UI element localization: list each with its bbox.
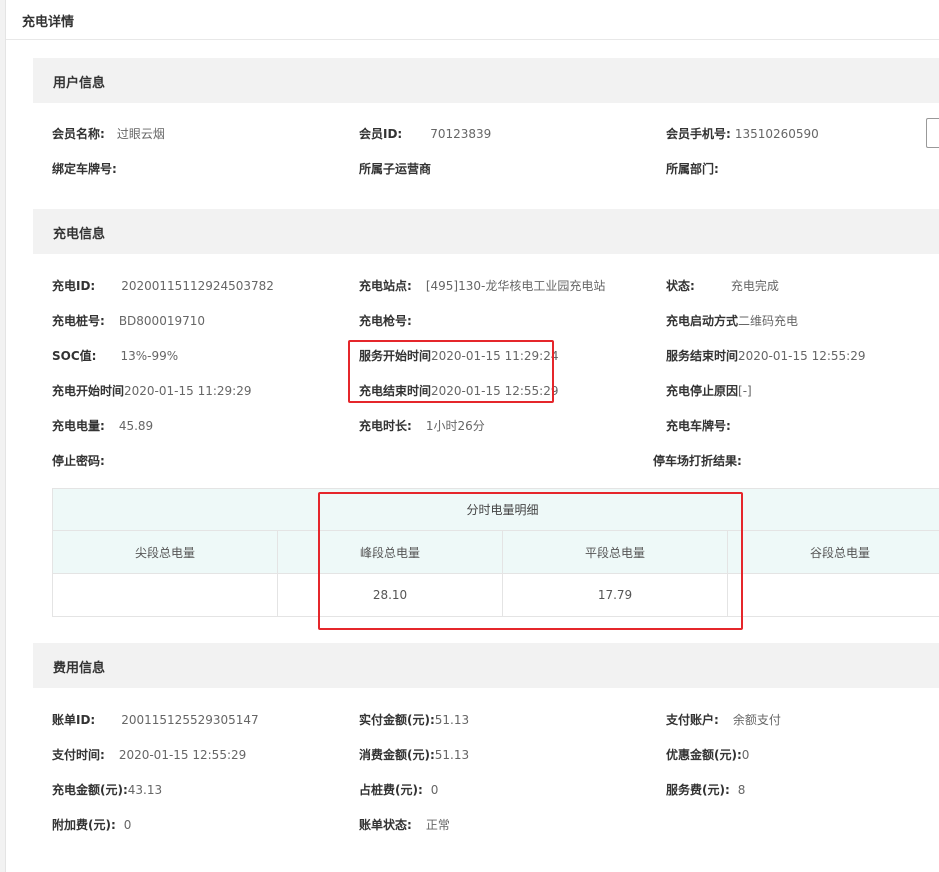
field-pay-time: 支付时间: 2020-01-15 12:55:29 bbox=[52, 748, 247, 762]
section-title-fee: 费用信息 bbox=[53, 661, 106, 676]
field-stop-password: 停止密码: bbox=[52, 454, 105, 468]
section-header-fee: 费用信息 bbox=[33, 643, 939, 688]
header-sharp-energy: 尖段总电量 bbox=[52, 530, 278, 574]
field-soc: SOC值: 13%-99% bbox=[52, 349, 179, 363]
field-duration: 充电时长: 1小时26分 bbox=[359, 419, 485, 433]
field-member-id: 会员ID: 70123839 bbox=[359, 127, 492, 141]
section-header-user: 用户信息 bbox=[33, 58, 939, 103]
field-paid-amount: 实付金额(元):51.13 bbox=[359, 713, 470, 727]
section-header-charge: 充电信息 bbox=[33, 209, 939, 254]
field-service-end: 服务结束时间2020-01-15 12:55:29 bbox=[666, 349, 866, 363]
field-bill-status: 账单状态: 正常 bbox=[359, 818, 450, 832]
partial-outline-button[interactable] bbox=[926, 118, 939, 148]
field-pile-no: 充电桩号: BD800019710 bbox=[52, 314, 205, 328]
highlight-box-service-times bbox=[348, 340, 554, 403]
field-charge-plate: 充电车牌号: bbox=[666, 419, 731, 433]
field-member-name: 会员名称: 过眼云烟 bbox=[52, 127, 165, 141]
field-department: 所属部门: bbox=[666, 162, 719, 176]
field-sub-operator: 所属子运营商 bbox=[359, 162, 432, 176]
section-title-charge: 充电信息 bbox=[53, 227, 106, 242]
field-energy: 充电电量: 45.89 bbox=[52, 419, 154, 433]
field-bill-id: 账单ID: 200115125529305147 bbox=[52, 713, 259, 727]
field-occupy-fee: 占桩费(元): 0 bbox=[359, 783, 439, 797]
field-service-fee: 服务费(元): 8 bbox=[666, 783, 746, 797]
field-extra-fee: 附加费(元): 0 bbox=[52, 818, 132, 832]
field-consume-amount: 消费金额(元):51.13 bbox=[359, 748, 470, 762]
field-member-phone: 会员手机号: 13510260590 bbox=[666, 127, 819, 141]
highlight-box-energy-detail bbox=[318, 492, 743, 630]
left-edge-strip bbox=[0, 0, 6, 872]
field-charge-amount: 充电金额(元):43.13 bbox=[52, 783, 163, 797]
field-status: 状态: 充电完成 bbox=[666, 279, 779, 293]
field-gun-no: 充电枪号: bbox=[359, 314, 412, 328]
field-station: 充电站点: [495]130-龙华核电工业园充电站 bbox=[359, 279, 606, 293]
field-charge-id: 充电ID: 20200115112924503782 bbox=[52, 279, 274, 293]
field-pay-account: 支付账户: 余额支付 bbox=[666, 713, 781, 727]
field-parking-discount: 停车场打折结果: bbox=[653, 454, 742, 468]
header-valley-energy: 谷段总电量 bbox=[726, 530, 939, 574]
cell-valley-energy bbox=[726, 573, 939, 617]
cell-sharp-energy bbox=[52, 573, 278, 617]
dialog-header: 充电详情 bbox=[6, 0, 939, 40]
section-title-user: 用户信息 bbox=[53, 76, 106, 91]
field-discount-amount: 优惠金额(元):0 bbox=[666, 748, 750, 762]
field-start-method: 充电启动方式二维码充电 bbox=[666, 314, 799, 328]
field-bound-plate: 绑定车牌号: bbox=[52, 162, 117, 176]
field-charge-start: 充电开始时间2020-01-15 11:29:29 bbox=[52, 384, 252, 398]
dialog-title: 充电详情 bbox=[22, 15, 75, 30]
field-stop-reason: 充电停止原因[-] bbox=[666, 384, 752, 398]
